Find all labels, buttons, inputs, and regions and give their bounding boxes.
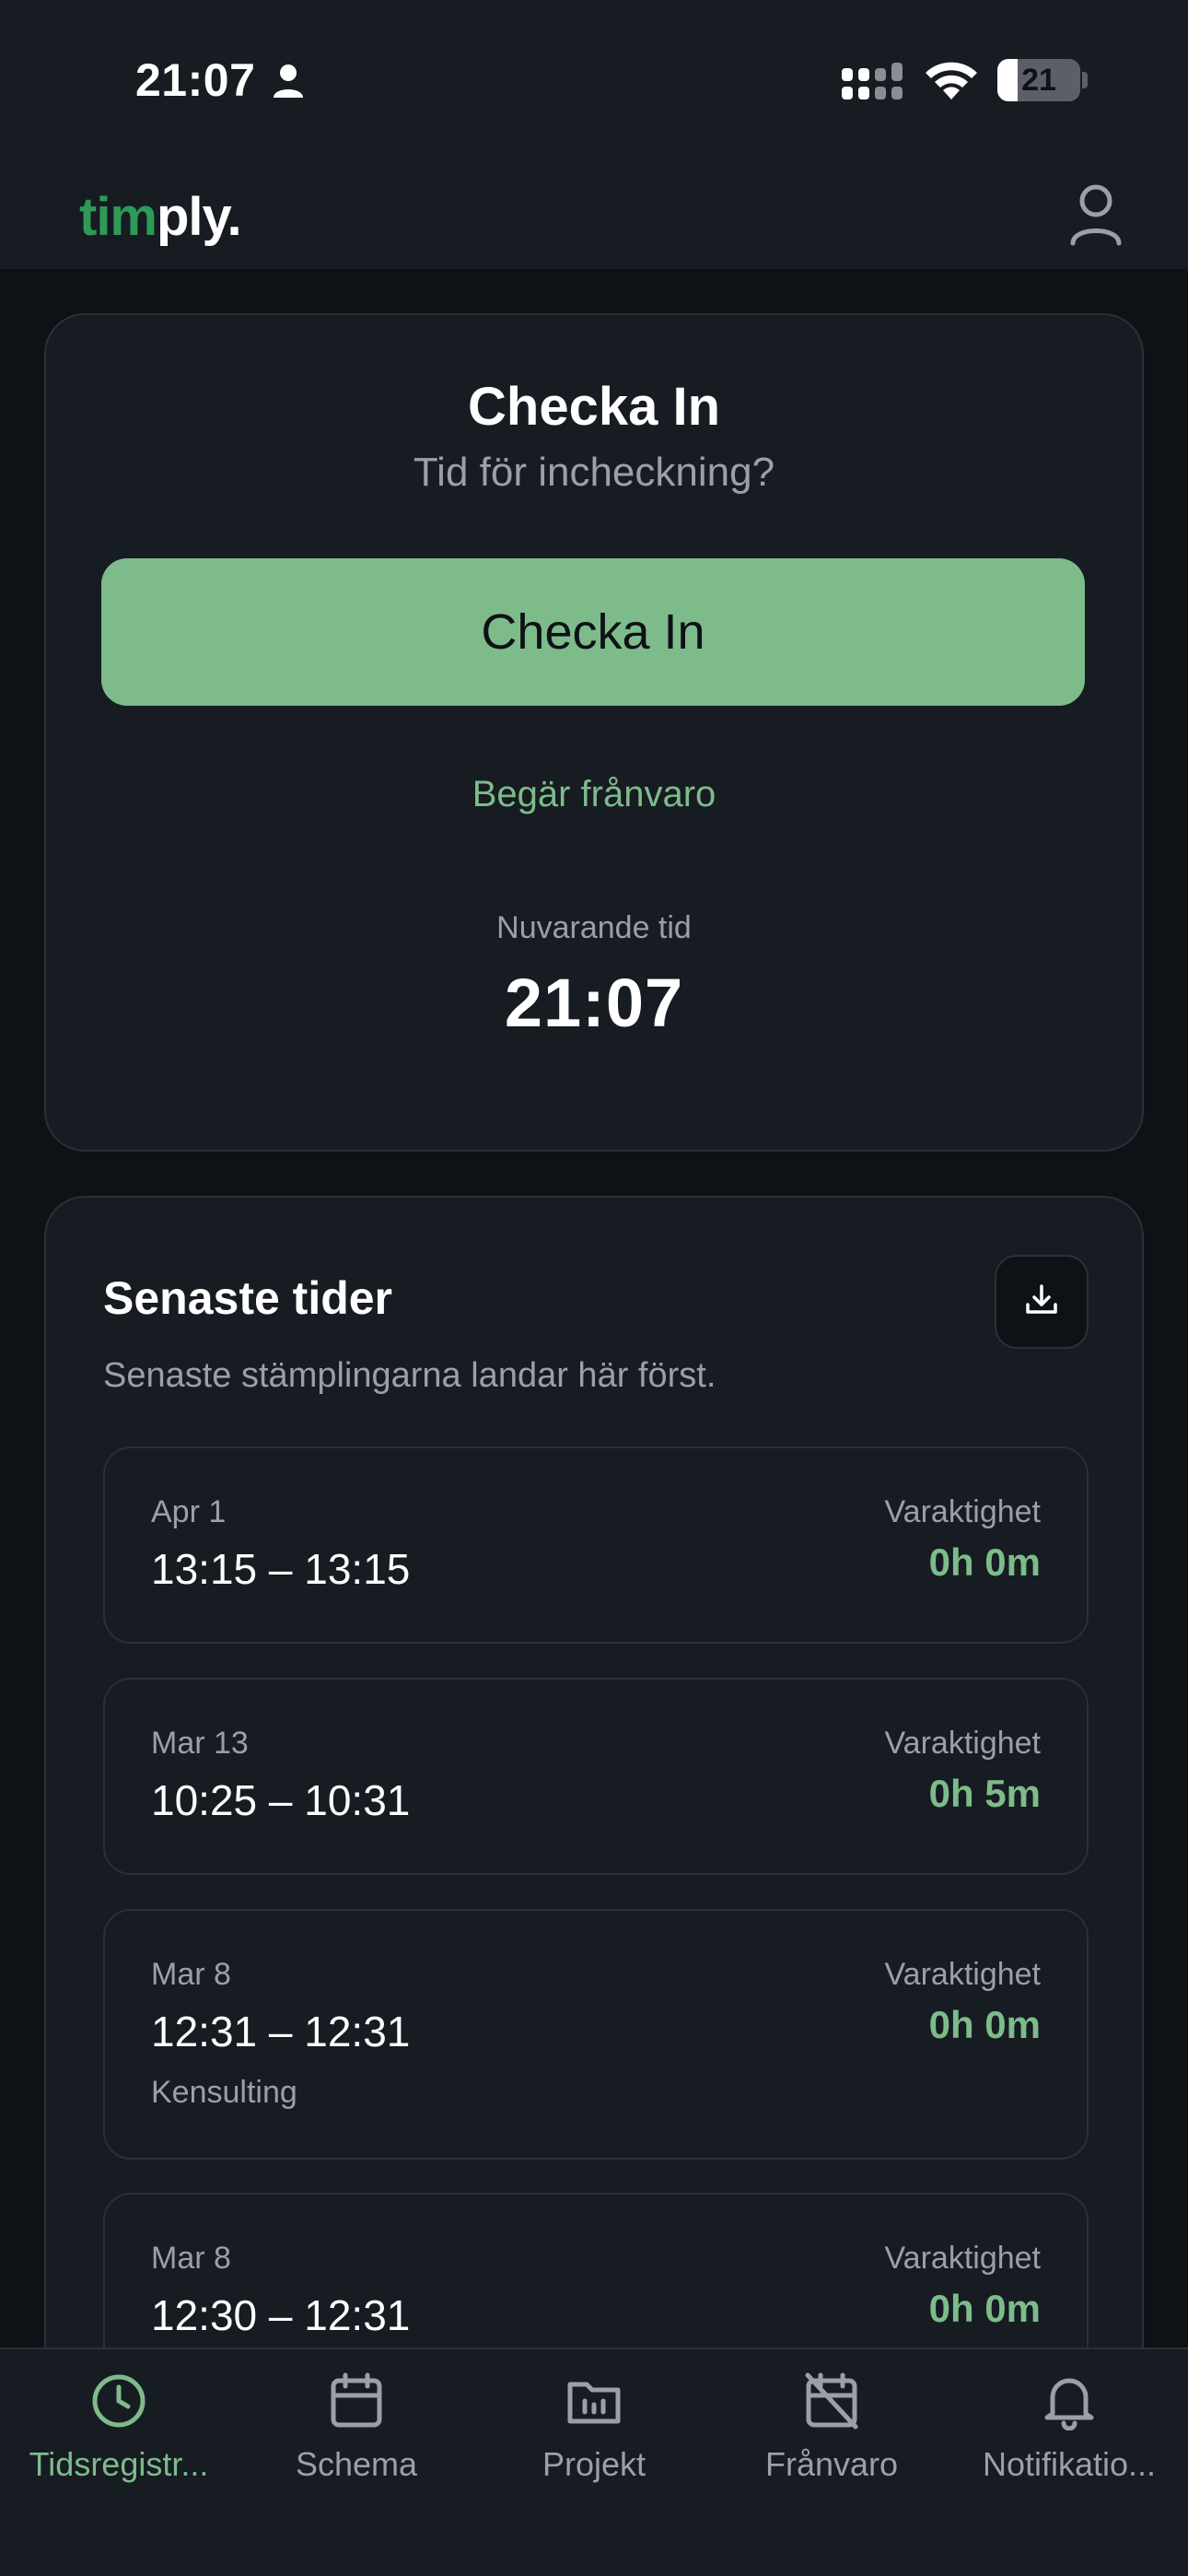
nav-item-absence[interactable]: Frånvaro xyxy=(713,2349,950,2576)
bell-icon xyxy=(1042,2371,1097,2431)
wifi-icon xyxy=(923,59,980,106)
checkin-button[interactable]: Checka In xyxy=(101,558,1085,706)
status-time: 21:07 xyxy=(135,54,256,106)
current-time-label: Nuvarande tid xyxy=(496,910,692,945)
entry-duration: 0h 0m xyxy=(928,1540,1041,1584)
battery-icon: 21 xyxy=(997,59,1080,101)
bottom-nav: Tidsregistr... Schema Projekt Frånvaro N… xyxy=(0,2348,1188,2576)
user-icon xyxy=(1068,184,1124,251)
entry-duration-label: Varaktighet xyxy=(884,1957,1041,1992)
entry-duration: 0h 0m xyxy=(928,2003,1041,2046)
download-button[interactable] xyxy=(995,1255,1089,1349)
entry-duration-label: Varaktighet xyxy=(884,1494,1041,1529)
logo-part-1: tim xyxy=(79,187,157,247)
status-bar: 21:07 21 xyxy=(0,0,1188,162)
entry-duration-label: Varaktighet xyxy=(884,1726,1041,1761)
download-icon xyxy=(1023,1282,1060,1323)
clock-icon xyxy=(91,2371,146,2430)
time-entry[interactable]: Apr 1 13:15 – 13:15 Varaktighet 0h 0m xyxy=(103,1446,1089,1644)
entry-time-range: 13:15 – 13:15 xyxy=(151,1545,411,1593)
battery-level: 21 xyxy=(1021,63,1056,98)
person-icon xyxy=(273,63,304,104)
entry-date: Mar 13 xyxy=(151,1726,249,1761)
nav-label: Schema xyxy=(295,2445,418,2483)
app-header: timply. xyxy=(0,162,1188,269)
calendar-icon xyxy=(329,2371,384,2430)
nav-label: Tidsregistr... xyxy=(29,2445,209,2483)
nav-item-time-registration[interactable]: Tidsregistr... xyxy=(0,2349,238,2576)
checkin-card: Checka In Tid för incheckning? Checka In… xyxy=(44,313,1144,1152)
entry-duration: 0h 0m xyxy=(928,2287,1041,2330)
entry-time-range: 12:30 – 12:31 xyxy=(151,2291,411,2339)
entry-project: Kensulting xyxy=(151,2075,297,2110)
checkin-title: Checka In xyxy=(468,377,720,437)
entry-date: Apr 1 xyxy=(151,1494,227,1529)
time-entry[interactable]: Mar 13 10:25 – 10:31 Varaktighet 0h 5m xyxy=(103,1678,1089,1875)
entry-date: Mar 8 xyxy=(151,1957,231,1992)
nav-item-notifications[interactable]: Notifikatio... xyxy=(950,2349,1188,2576)
battery-tip xyxy=(1082,72,1088,88)
request-absence-link[interactable]: Begär frånvaro xyxy=(46,774,1142,815)
logo-part-2: ply. xyxy=(157,187,242,247)
recent-times-subtitle: Senaste stämplingarna landar här först. xyxy=(103,1356,716,1395)
nav-label: Projekt xyxy=(542,2445,646,2483)
app-logo: timply. xyxy=(79,186,242,248)
entry-duration-label: Varaktighet xyxy=(884,2241,1041,2276)
nav-label: Notifikatio... xyxy=(982,2445,1157,2483)
time-entry[interactable]: Mar 8 12:31 – 12:31 Kensulting Varaktigh… xyxy=(103,1909,1089,2160)
entry-date: Mar 8 xyxy=(151,2241,231,2276)
folder-icon xyxy=(566,2371,622,2430)
current-time: 21:07 xyxy=(504,965,684,1041)
nav-item-projects[interactable]: Projekt xyxy=(475,2349,713,2576)
profile-button[interactable] xyxy=(1068,182,1124,247)
entry-duration: 0h 5m xyxy=(928,1772,1041,1815)
nav-label: Frånvaro xyxy=(764,2445,899,2483)
calendar-off-icon xyxy=(804,2371,859,2430)
entry-time-range: 10:25 – 10:31 xyxy=(151,1776,411,1824)
checkin-subtitle: Tid för incheckning? xyxy=(413,450,775,495)
entry-time-range: 12:31 – 12:31 xyxy=(151,2008,411,2055)
signal-icon xyxy=(840,63,906,108)
nav-item-schedule[interactable]: Schema xyxy=(238,2349,475,2576)
recent-times-title: Senaste tider xyxy=(103,1272,393,1324)
